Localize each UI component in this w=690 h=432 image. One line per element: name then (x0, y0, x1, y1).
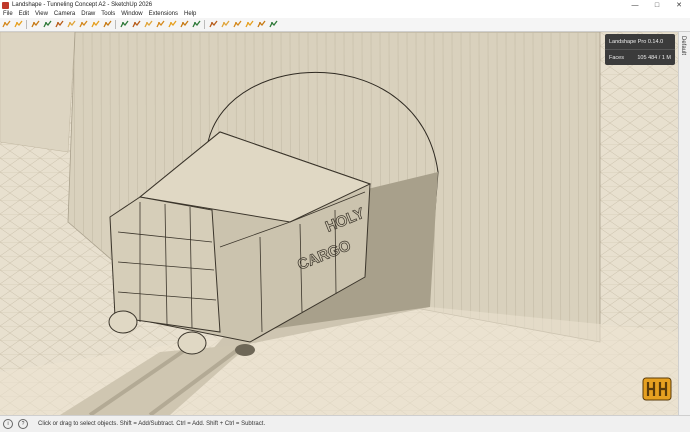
menu-edit[interactable]: Edit (16, 11, 32, 17)
help-icon[interactable]: ? (18, 419, 28, 429)
scene-drawing: HOLY CARGO (0, 32, 679, 415)
toolbar-separator (115, 20, 116, 29)
cut-tool-icon[interactable] (208, 20, 218, 30)
close-icon[interactable]: ✕ (668, 0, 690, 10)
refresh-tool-icon[interactable] (268, 20, 278, 30)
wheelset (235, 344, 255, 356)
mesh-tool-icon[interactable] (179, 20, 189, 30)
smooth-tool-icon[interactable] (42, 20, 52, 30)
menu-camera[interactable]: Camera (51, 11, 78, 17)
landshape-info-panel: Landshape Pro 0.14.0 Faces 105 484 / 1 M (605, 34, 675, 65)
spline-tool-icon[interactable] (102, 20, 112, 30)
menu-file[interactable]: File (0, 11, 16, 17)
toolbar-separator (26, 20, 27, 29)
status-message: Click or drag to select objects. Shift =… (38, 421, 266, 427)
fill-tool-icon[interactable] (167, 20, 177, 30)
window-title: Landshape - Tunneling Concept A2 - Sketc… (12, 2, 153, 8)
path-tool-icon[interactable] (78, 20, 88, 30)
tray-label: Default (680, 36, 686, 56)
minimize-icon[interactable]: — (624, 0, 646, 10)
landshape-toolbar (0, 18, 690, 32)
status-bar: i ? Click or drag to select objects. Shi… (0, 415, 690, 432)
clip-tool-icon[interactable] (191, 20, 201, 30)
menu-view[interactable]: View (32, 11, 51, 17)
distant-hill (0, 32, 76, 153)
title-bar: Landshape - Tunneling Concept A2 - Sketc… (0, 0, 690, 10)
menu-help[interactable]: Help (181, 11, 199, 17)
faces-label: Faces (609, 54, 624, 61)
terrain-tool-icon[interactable] (13, 20, 23, 30)
grid-tool-icon[interactable] (232, 20, 242, 30)
sketchup-app-icon (2, 1, 9, 9)
menu-window[interactable]: Window (118, 11, 145, 17)
sculpt-tool-icon[interactable] (30, 20, 40, 30)
rail-tool-icon[interactable] (119, 20, 129, 30)
ridge-tool-icon[interactable] (143, 20, 153, 30)
menu-extensions[interactable]: Extensions (146, 11, 181, 17)
settings-tool-icon[interactable] (256, 20, 266, 30)
contour-tool-icon[interactable] (90, 20, 100, 30)
faces-value: 105 484 / 1 M (637, 54, 671, 61)
geo-location-icon[interactable]: i (3, 419, 13, 429)
eye-tool-icon[interactable] (244, 20, 254, 30)
buffer-right (177, 331, 207, 355)
menu-bar: File Edit View Camera Draw Tools Window … (0, 10, 690, 18)
bridge-tool-icon[interactable] (155, 20, 165, 30)
version-label: Landshape Pro 0.14.0 (609, 38, 664, 45)
wave-tool-icon[interactable] (131, 20, 141, 30)
maximize-icon[interactable]: □ (646, 0, 668, 10)
landscape-tool-icon[interactable] (1, 20, 11, 30)
menu-draw[interactable]: Draw (78, 11, 98, 17)
road-tool-icon[interactable] (66, 20, 76, 30)
toolbar-separator (204, 20, 205, 29)
buffer-left (108, 310, 138, 334)
holygon-logo (642, 377, 672, 401)
stack-tool-icon[interactable] (220, 20, 230, 30)
default-tray-tab[interactable]: Default (678, 32, 690, 415)
paint-tool-icon[interactable] (54, 20, 64, 30)
3d-viewport[interactable]: HOLY CARGO (0, 32, 679, 415)
menu-tools[interactable]: Tools (98, 11, 118, 17)
